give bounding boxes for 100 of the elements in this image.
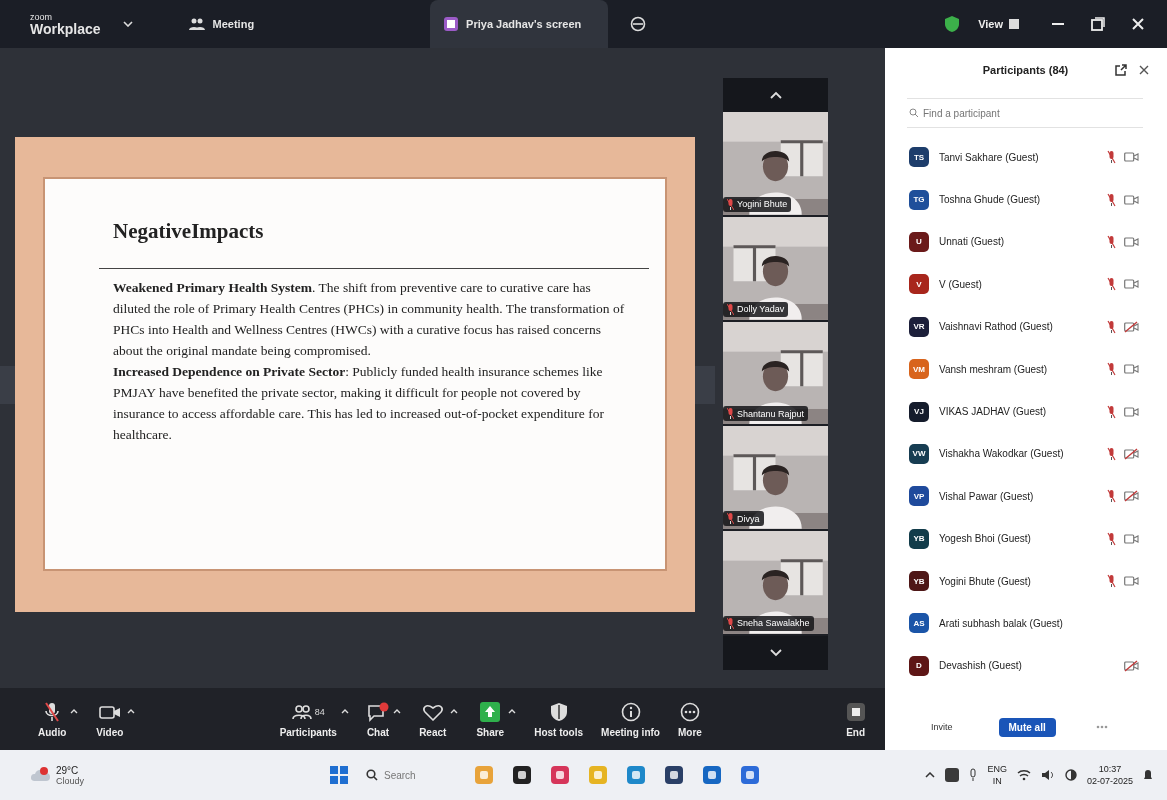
participant-row[interactable]: TG Toshna Ghude (Guest) (909, 178, 1167, 221)
pop-out-icon[interactable] (1114, 63, 1127, 77)
camera-off-icon[interactable] (1124, 659, 1139, 672)
participant-row[interactable]: YB Yogini Bhute (Guest) (909, 559, 1167, 603)
app-icon[interactable] (512, 765, 532, 785)
participants-button[interactable]: 84 Participants (279, 700, 337, 738)
participant-row[interactable]: YB Yogesh Bhoi (Guest) (909, 517, 1167, 560)
muted-mic-icon[interactable] (1107, 150, 1116, 165)
search-icon (366, 769, 378, 781)
caret-icon[interactable] (70, 708, 79, 714)
participant-row[interactable]: VW Vishakha Wakodkar (Guest) (909, 432, 1167, 476)
participant-row[interactable]: VJ VIKAS JADHAV (Guest) (909, 390, 1167, 433)
muted-mic-icon[interactable] (1107, 531, 1116, 546)
muted-mic-icon[interactable] (1107, 362, 1116, 377)
app-icon[interactable] (945, 768, 960, 782)
windows-start-icon[interactable] (330, 766, 348, 784)
camera-off-icon[interactable] (1124, 447, 1139, 460)
avatar: YB (909, 571, 929, 592)
mute-all-button[interactable]: Mute all (998, 717, 1056, 737)
view-button[interactable]: View (972, 17, 1025, 31)
shield-icon (549, 701, 568, 722)
camera-icon[interactable] (1124, 576, 1139, 587)
muted-mic-icon[interactable] (1107, 489, 1116, 504)
muted-mic-icon[interactable] (1107, 574, 1116, 589)
muted-mic-icon[interactable] (1107, 404, 1116, 419)
clock-date[interactable]: 02-07-2025 (1086, 775, 1133, 787)
mic-icon[interactable] (969, 768, 978, 782)
slide-paragraph: Increased Dependence on Private Sector: Publicly funded health insurance schemes like PMJAY have benefited the private sector, making it difficult for people not covered by insurance to access affordable care. This has led to increased out-of-pocket expenditure for healthcare. (113, 363, 605, 444)
chevron-up-icon[interactable] (925, 772, 936, 778)
notification-icon[interactable] (1143, 768, 1153, 782)
caret-icon[interactable] (508, 708, 517, 714)
video-button[interactable]: Video (96, 700, 124, 738)
invite-button[interactable]: Invite (925, 721, 959, 733)
camera-off-icon[interactable] (1124, 320, 1139, 333)
battery-icon[interactable] (1064, 769, 1077, 781)
slide-title: NegativeImpacts (113, 219, 265, 244)
participant-row[interactable]: VM Vansh meshram (Guest) (909, 347, 1167, 391)
share-button[interactable]: Share (476, 700, 505, 738)
clock-time[interactable]: 10:37 (1098, 763, 1122, 775)
participant-name: Vishal Pawar (Guest) (939, 490, 1035, 502)
camera-icon[interactable] (1124, 533, 1139, 544)
participant-row[interactable]: VP Vishal Pawar (Guest) (909, 475, 1167, 518)
app-icon[interactable] (664, 765, 684, 785)
avatar: TS (909, 147, 929, 168)
camera-icon[interactable] (1124, 279, 1139, 290)
participant-name: Arati subhash balak (Guest) (939, 618, 1064, 629)
caret-icon[interactable] (393, 708, 402, 714)
caret-icon[interactable] (127, 708, 136, 714)
participant-name: VIKAS JADHAV (Guest) (939, 406, 1048, 418)
more-icon[interactable] (1095, 725, 1108, 729)
muted-mic-icon[interactable] (1107, 192, 1116, 207)
muted-mic-icon[interactable] (1107, 446, 1116, 461)
info-button[interactable]: Meeting info (601, 700, 660, 738)
camera-icon[interactable] (1124, 152, 1139, 163)
brand-caption: zoom (30, 12, 53, 22)
react-button[interactable]: React (419, 700, 447, 738)
shield-icon[interactable] (944, 15, 961, 33)
search-placeholder: Search (384, 769, 416, 781)
sync-icon[interactable] (630, 16, 647, 32)
audio-button[interactable]: Audio (38, 700, 67, 738)
participant-row[interactable]: TS Tanvi Sakhare (Guest) (909, 136, 1167, 179)
end-button[interactable]: End (846, 700, 865, 738)
participant-row[interactable]: D Devashish (Guest) (909, 644, 1167, 688)
speaker-icon[interactable] (1040, 769, 1055, 781)
people-icon (188, 17, 205, 31)
camera-icon[interactable] (1124, 364, 1139, 375)
muted-mic-icon[interactable] (1107, 277, 1116, 292)
chat-button[interactable]: Chat (366, 700, 390, 738)
participant-name: Yogesh Bhoi (Guest) (939, 533, 1032, 545)
participant-name: Unnati (Guest) (939, 236, 1006, 248)
camera-icon[interactable] (1124, 406, 1139, 417)
taskbar-search-field[interactable]: Search (366, 769, 456, 781)
region-code[interactable]: IN (992, 775, 1002, 787)
restore-icon[interactable] (1091, 17, 1105, 31)
avatar: VP (909, 486, 929, 507)
participant-search-field[interactable]: Find a participant (907, 98, 1143, 128)
camera-icon[interactable] (1124, 194, 1139, 205)
caret-icon[interactable] (450, 708, 459, 714)
mic-off-icon (44, 701, 61, 722)
window-tab[interactable]: Meeting (174, 0, 269, 48)
close-icon[interactable] (1139, 65, 1149, 75)
host-button[interactable]: Host tools (534, 700, 584, 738)
caret-icon[interactable] (122, 21, 133, 27)
info-icon (620, 701, 641, 722)
wifi-icon[interactable] (1016, 769, 1031, 781)
weather-icon[interactable] (30, 767, 50, 783)
participant-row[interactable]: V V (Guest) (909, 263, 1167, 306)
language-code[interactable]: ENG (987, 763, 1007, 775)
participant-row[interactable]: AS Arati subhash balak (Guest) (909, 602, 1167, 645)
participant-row[interactable]: VR Vaishnavi Rathod (Guest) (909, 305, 1167, 348)
muted-mic-icon[interactable] (1107, 319, 1116, 334)
window-tab[interactable]: Priya Jadhav's screen (430, 0, 609, 48)
muted-mic-icon[interactable] (1107, 234, 1116, 249)
brand-name: Workplace (30, 21, 101, 36)
camera-icon[interactable] (1124, 236, 1139, 247)
more-button[interactable]: More (677, 700, 702, 738)
participant-row[interactable]: U Unnati (Guest) (909, 220, 1167, 264)
camera-off-icon[interactable] (1124, 490, 1139, 503)
stop-icon (846, 702, 865, 721)
caret-icon[interactable] (340, 708, 349, 714)
